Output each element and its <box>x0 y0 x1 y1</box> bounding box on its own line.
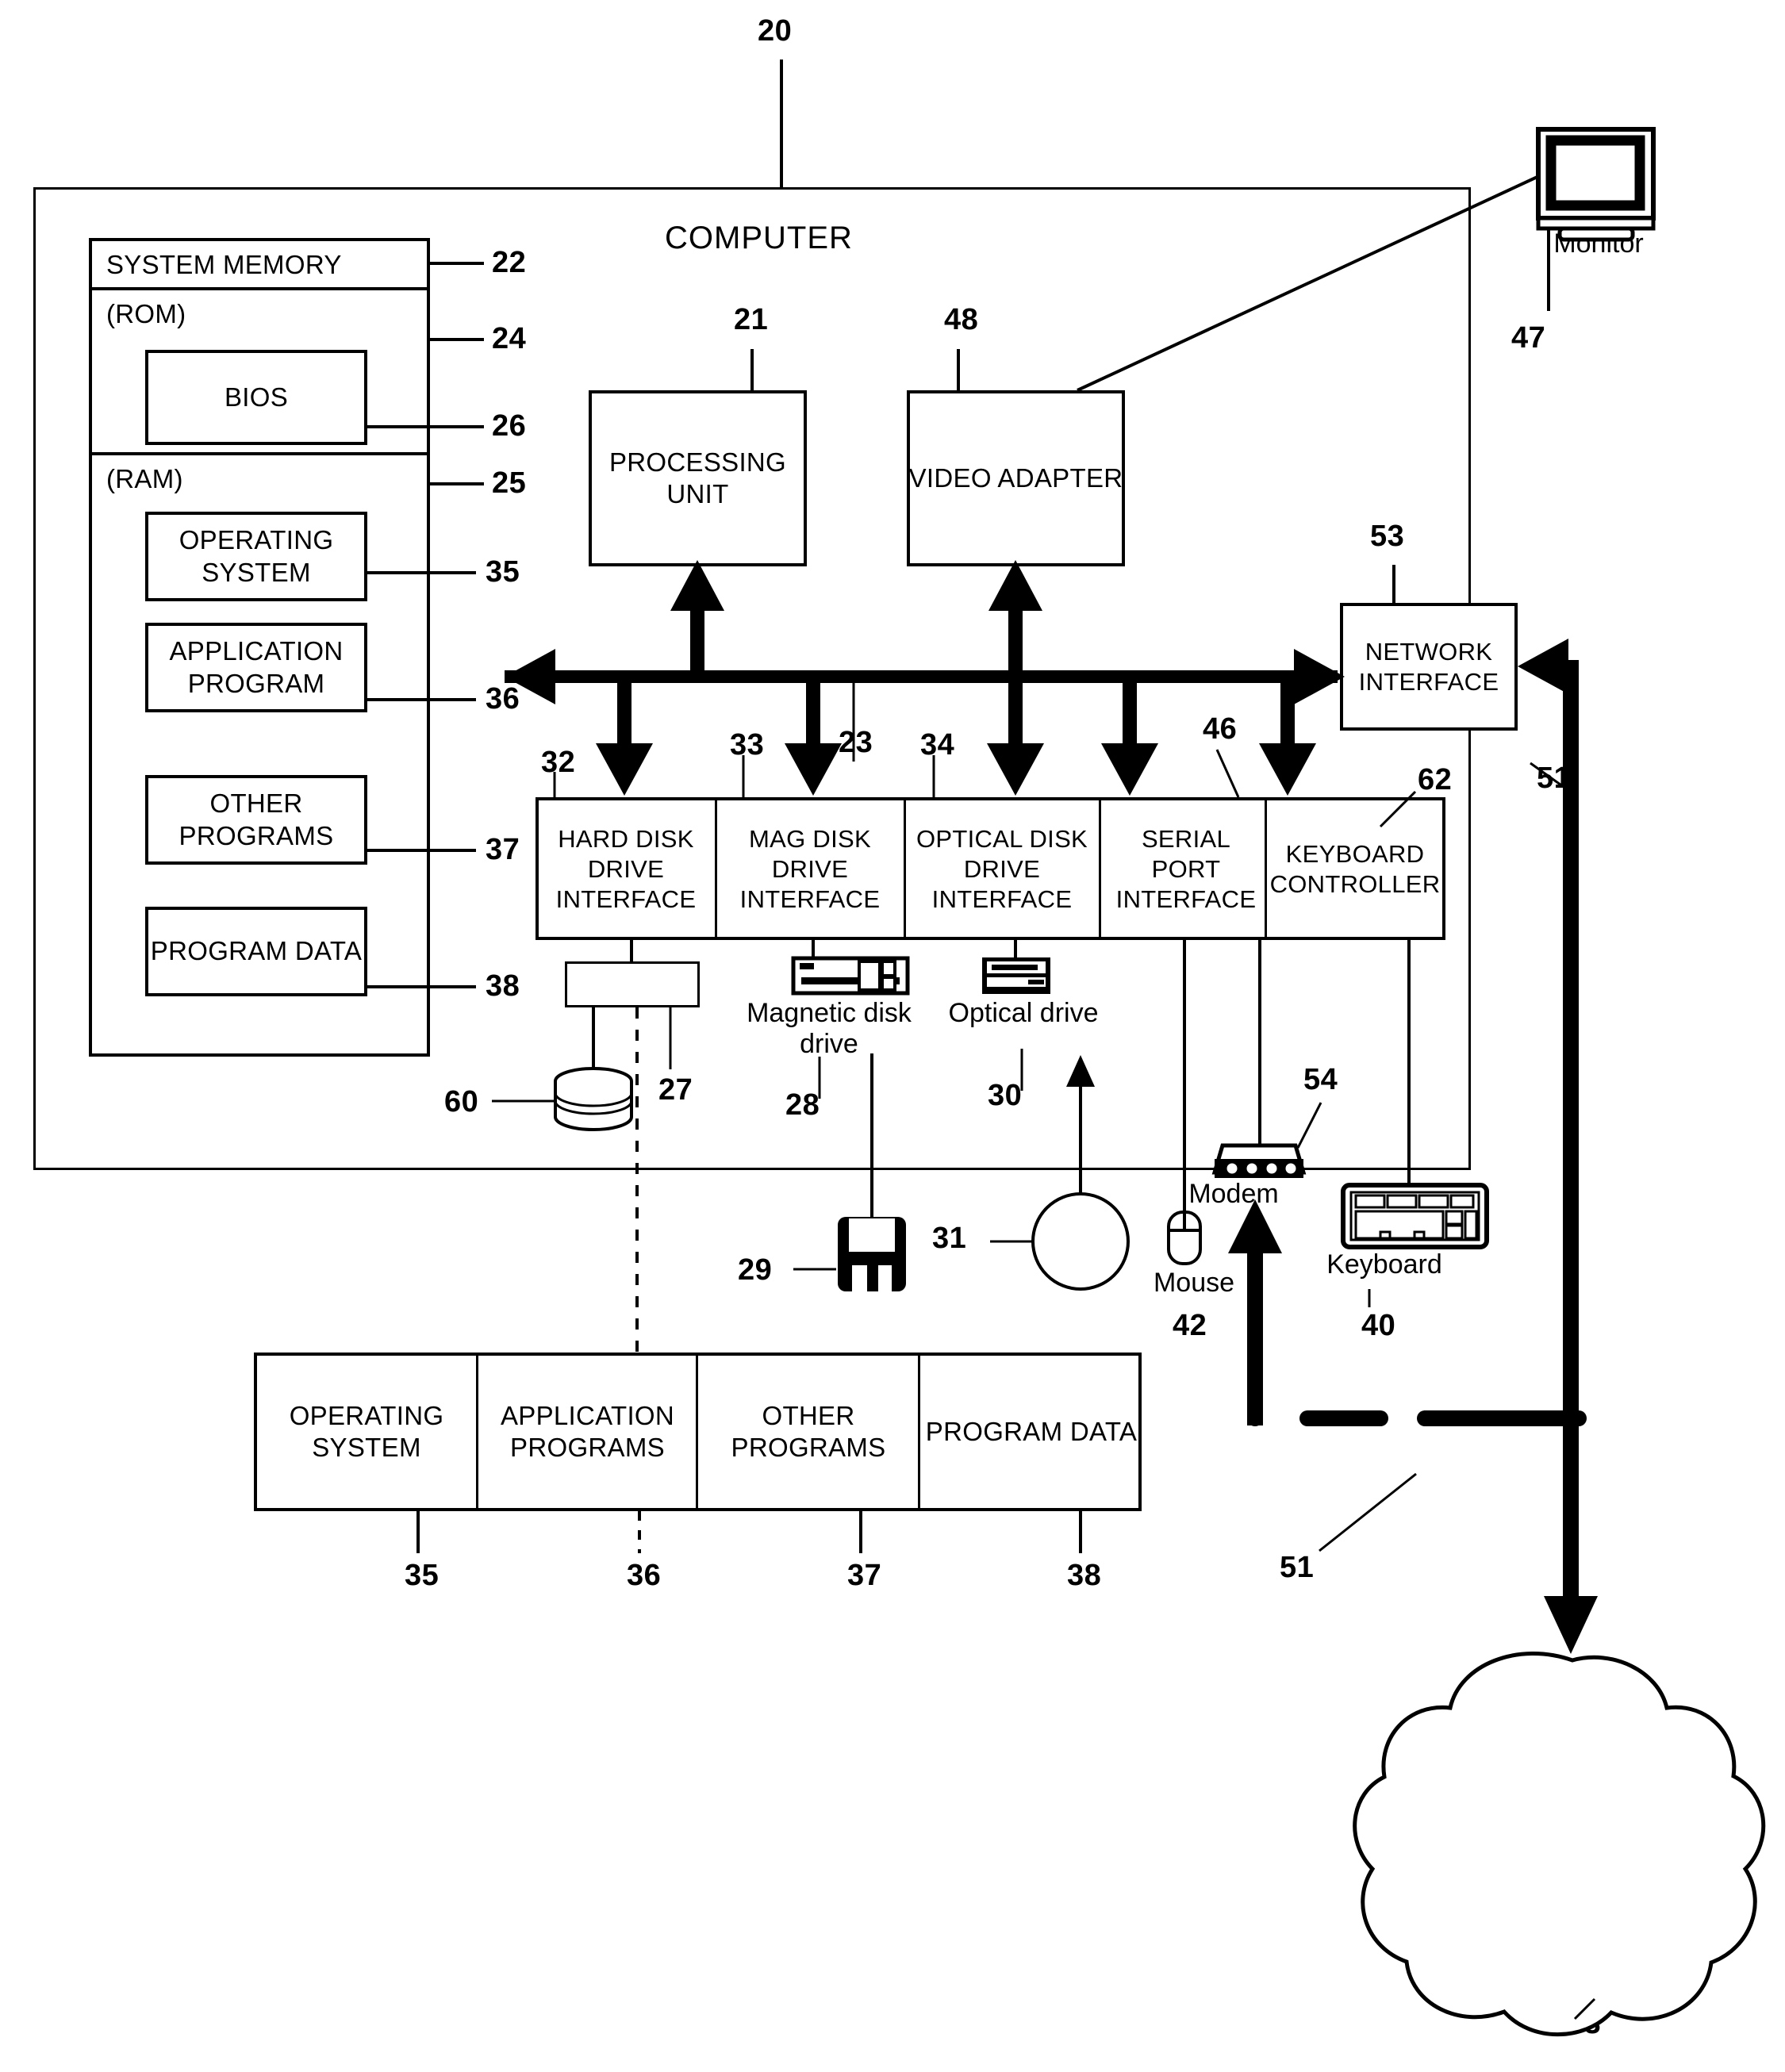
wan-dashed-link <box>1247 1358 1587 1426</box>
ref-34: 34 <box>920 728 955 762</box>
storage-divider-1 <box>476 1355 478 1509</box>
modem-caption: Modem <box>1188 1179 1279 1209</box>
ram-item-program-data-label: PROGRAM DATA <box>150 936 363 966</box>
ref-30: 30 <box>988 1079 1023 1112</box>
ref-60: 60 <box>444 1085 479 1118</box>
ref-37: 37 <box>486 833 520 866</box>
ref-51-top: 51 <box>1537 762 1572 795</box>
ref-47: 47 <box>1511 321 1546 355</box>
storage-item-other-programs-label: OTHER PROGRAMS <box>731 1400 886 1462</box>
system-memory-divider-2 <box>89 452 430 455</box>
ref-22: 22 <box>492 246 527 279</box>
ref-33: 33 <box>730 728 765 762</box>
ref-21: 21 <box>734 303 769 336</box>
storage-divider-3 <box>918 1355 920 1509</box>
optical-disk-drive-interface-label: OPTICAL DISK DRIVE INTERFACE <box>916 825 1088 913</box>
ref-storage-37: 37 <box>847 1559 882 1592</box>
ref-63: 63 <box>1567 2007 1602 2040</box>
ref-42: 42 <box>1173 1309 1207 1342</box>
serial-port-interface-label: SERIAL PORT INTERFACE <box>1115 825 1257 913</box>
interface-divider-4 <box>1265 800 1267 938</box>
ref-26: 26 <box>492 409 527 443</box>
mouse-caption: Mouse <box>1153 1268 1235 1298</box>
floppy-disk-icon <box>838 1217 906 1291</box>
network-cloud-icon <box>1353 1652 1766 2036</box>
ref-storage-35: 35 <box>405 1559 440 1592</box>
network-cloud-label: Network <box>1499 1794 1634 1835</box>
ram-item-other-programs-label: OTHER PROGRAMS <box>178 789 334 850</box>
network-interface-label: NETWORK INTERFACE <box>1358 637 1499 696</box>
computer-title: COMPUTER <box>665 221 853 255</box>
ref-48: 48 <box>944 303 979 336</box>
hard-disk-drive-interface-label: HARD DISK DRIVE INTERFACE <box>555 825 697 913</box>
ref-51-bottom: 51 <box>1280 1551 1315 1584</box>
interface-divider-3 <box>1099 800 1101 938</box>
ref-32: 32 <box>541 746 576 779</box>
system-memory-divider-1 <box>89 287 430 290</box>
video-adapter-label: VIDEO ADAPTER <box>908 462 1123 493</box>
keyboard-icon <box>1341 1183 1489 1249</box>
processing-unit-label: PROCESSING UNIT <box>608 447 787 508</box>
leader-51-bottom <box>1319 1472 1417 1552</box>
storage-divider-2 <box>696 1355 698 1509</box>
ref-36: 36 <box>486 682 520 716</box>
ref-storage-38: 38 <box>1067 1559 1102 1592</box>
ref-23: 23 <box>839 726 873 759</box>
ref-38: 38 <box>486 969 520 1003</box>
mag-disk-drive-interface-label: MAG DISK DRIVE INTERFACE <box>739 825 881 913</box>
ram-label: (RAM) <box>106 463 183 493</box>
hard-drive-box <box>565 961 700 1007</box>
wan-to-network-arrow <box>1544 1417 1598 1654</box>
ref-29: 29 <box>738 1253 773 1287</box>
rom-label: (ROM) <box>106 298 186 328</box>
ref-35: 35 <box>486 555 520 589</box>
ref-27: 27 <box>658 1073 693 1107</box>
interface-divider-1 <box>715 800 717 938</box>
optical-disc-icon <box>1031 1192 1130 1291</box>
ram-item-application-program-label: APPLICATION PROGRAM <box>169 636 344 698</box>
ref-40: 40 <box>1361 1309 1396 1342</box>
wan-to-modem-arrow <box>1228 1199 1282 1425</box>
keyboard-controller-label: KEYBOARD CONTROLLER <box>1269 840 1441 898</box>
monitor-caption: Monitor <box>1553 228 1644 259</box>
keyboard-caption: Keyboard <box>1326 1249 1442 1280</box>
patent-figure-canvas: 20 COMPUTER SYSTEM MEMORY (ROM) BIOS (RA… <box>0 0 1785 2072</box>
ref-46: 46 <box>1203 712 1238 746</box>
ref-25: 25 <box>492 466 527 500</box>
storage-item-program-data-label: PROGRAM DATA <box>925 1416 1138 1446</box>
ref-24: 24 <box>492 322 527 355</box>
system-memory-label: SYSTEM MEMORY <box>106 249 342 279</box>
ref-53: 53 <box>1370 520 1405 553</box>
ref-storage-36: 36 <box>627 1559 662 1592</box>
optical-drive-caption: Optical drive <box>948 998 1099 1028</box>
storage-item-operating-system-label: OPERATING SYSTEM <box>289 1400 444 1462</box>
mouse-icon <box>1167 1211 1202 1265</box>
ram-item-operating-system-label: OPERATING SYSTEM <box>178 525 334 587</box>
storage-item-application-programs-label: APPLICATION PROGRAMS <box>500 1400 675 1462</box>
bios-label: BIOS <box>224 382 289 412</box>
ref-62: 62 <box>1418 763 1453 796</box>
monitor-icon <box>1536 127 1656 242</box>
ref-28: 28 <box>785 1088 820 1122</box>
interface-divider-2 <box>904 800 906 938</box>
ref-54: 54 <box>1303 1063 1338 1096</box>
ref-20: 20 <box>758 14 793 48</box>
magnetic-disk-drive-caption: Magnetic disk drive <box>747 998 912 1059</box>
ref-31: 31 <box>932 1222 967 1255</box>
